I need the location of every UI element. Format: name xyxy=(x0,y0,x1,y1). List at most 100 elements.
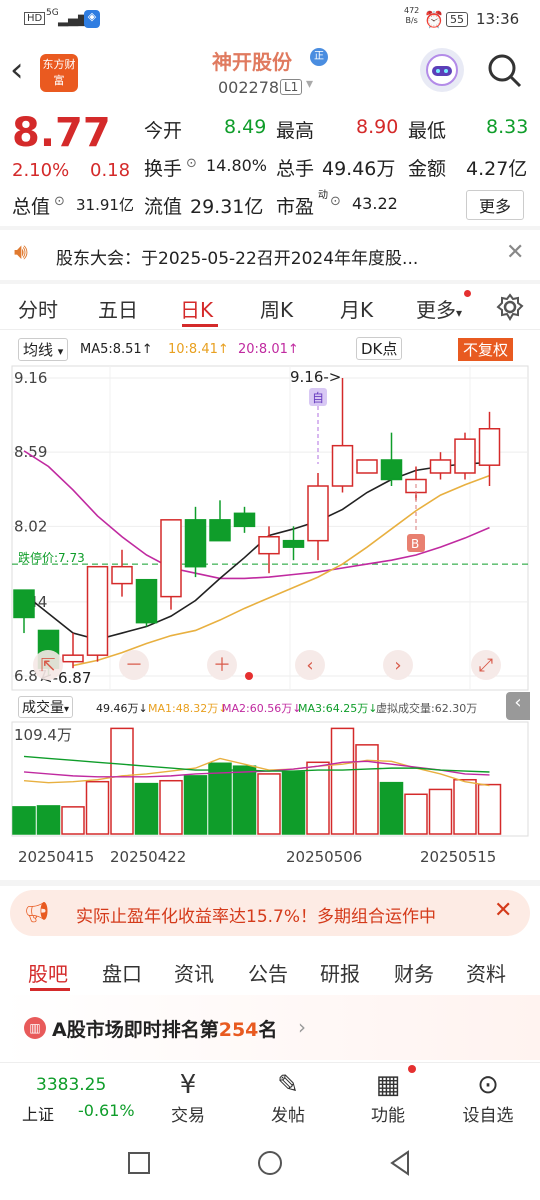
notice-bar[interactable]: 🔊︎ 股东大会：于2025-05-22召开2024年年度股... ✕ xyxy=(0,230,540,280)
app-shield-icon: ◈ xyxy=(84,10,100,28)
y-tick-label: 8.02 xyxy=(14,517,47,535)
volume-bar xyxy=(12,806,36,835)
volume-bar xyxy=(232,765,257,835)
network-label: 5G xyxy=(46,8,59,18)
add-watchlist-button[interactable]: ⊙ 设自选 xyxy=(448,1069,528,1126)
button-glyph: ⇱ xyxy=(40,655,55,676)
tab-guba[interactable]: 股吧 xyxy=(28,958,68,987)
vma2-label: MA2:60.56万↓ xyxy=(222,702,302,715)
ma5-label: MA5:8.51↑ xyxy=(80,342,153,357)
button-glyph: ‹ xyxy=(306,655,313,676)
candle-body xyxy=(380,459,403,481)
info-icon[interactable]: ⊙ xyxy=(330,194,341,209)
candle-body xyxy=(160,519,182,598)
volume-chart[interactable]: 109.4万 20250415 20250422 20250506 20250515 xyxy=(0,720,540,880)
candle-body xyxy=(13,589,35,619)
candle-body xyxy=(86,565,109,656)
tab-daily-k[interactable]: 日K xyxy=(180,294,213,323)
speaker-icon: 🔊︎ xyxy=(14,240,28,265)
home-icon[interactable] xyxy=(258,1151,282,1175)
volume-bar xyxy=(330,727,355,835)
fullscreen-icon[interactable]: ⤢ xyxy=(471,650,501,680)
red-dot xyxy=(408,1065,416,1073)
function-button[interactable]: ▦ 功能 xyxy=(348,1069,428,1126)
megaphone-icon: 📢︎ xyxy=(24,900,50,924)
close-icon[interactable]: ✕ xyxy=(506,240,524,265)
tab-announcements[interactable]: 公告 xyxy=(248,958,288,987)
more-button[interactable]: 更多 xyxy=(466,190,525,220)
caret-down-icon: ▾ xyxy=(456,306,463,320)
volume-value: 49.46万 xyxy=(322,158,396,180)
robot-assistant-icon[interactable] xyxy=(420,48,464,92)
candle-body xyxy=(478,428,501,466)
adjust-button[interactable]: 不复权 xyxy=(458,338,514,361)
tab-5day[interactable]: 五日 xyxy=(98,294,138,323)
turnover-label: 换手 xyxy=(144,158,183,180)
candle-body xyxy=(356,459,378,474)
candle-body xyxy=(454,438,476,474)
last-price: 8.77 xyxy=(12,110,111,156)
candle-body xyxy=(307,485,329,542)
tab-news[interactable]: 资讯 xyxy=(174,958,214,987)
promo-banner[interactable]: 📢︎ 实际止盈年化收益率达15.7%！多期组合运作中 ✕ xyxy=(10,890,530,936)
tab-more[interactable]: 更多▾ xyxy=(416,294,462,323)
mktcap-label: 总值 xyxy=(12,196,51,218)
tab-finance[interactable]: 财务 xyxy=(394,958,434,987)
pe-sup: 动 xyxy=(318,190,328,201)
ma-select[interactable]: 均线 ▾ xyxy=(18,338,69,361)
tab-intraday[interactable]: 分时 xyxy=(18,294,58,323)
candle xyxy=(160,519,182,610)
expand-left-icon[interactable]: ⇱ xyxy=(33,650,63,680)
system-nav-bar xyxy=(0,1130,540,1200)
chevron-left-icon[interactable]: ‹ xyxy=(10,50,24,90)
app-logo[interactable]: 东方财富 xyxy=(40,54,78,92)
post-button[interactable]: ✎ 发帖 xyxy=(248,1069,328,1126)
volume-bar xyxy=(306,761,330,835)
candle-body xyxy=(258,536,280,555)
candle-body xyxy=(282,539,305,548)
info-icon[interactable]: ⊙ xyxy=(186,156,197,171)
settings-icon[interactable] xyxy=(496,293,524,321)
candle xyxy=(454,432,476,480)
index-widget[interactable]: 3383.25 上证 -0.61% xyxy=(0,1063,150,1131)
volume-label: 总手 xyxy=(276,158,315,180)
close-icon[interactable]: ✕ xyxy=(494,898,512,923)
zoom-out-icon[interactable]: － xyxy=(119,650,149,680)
volume-bar xyxy=(355,744,379,835)
tab-weekly-k[interactable]: 周K xyxy=(260,294,293,323)
search-icon[interactable] xyxy=(486,52,524,90)
tab-research[interactable]: 研报 xyxy=(320,958,360,987)
pan-left-icon[interactable]: ‹ xyxy=(295,650,325,680)
open-label: 今开 xyxy=(144,120,183,142)
pan-right-icon[interactable]: › xyxy=(383,650,413,680)
hd-badge: HD xyxy=(24,12,46,25)
candle xyxy=(86,565,109,662)
x-tick-label: 20250506 xyxy=(286,848,362,866)
candle-body xyxy=(209,519,231,542)
tab-profile[interactable]: 资料 xyxy=(466,958,506,987)
battery-icon: 55 xyxy=(446,12,468,27)
indicator-select[interactable]: 成交量▾ xyxy=(18,696,74,718)
caret-down-icon[interactable]: ▾ xyxy=(306,76,313,92)
candlestick-chart[interactable]: 9.168.598.027.446.87跌停价:7.73 9.16-><-6.8… xyxy=(0,364,540,694)
volume-bar xyxy=(85,780,110,835)
back-icon[interactable] xyxy=(388,1150,412,1176)
zoom-in-icon[interactable]: ＋ xyxy=(207,650,237,680)
amount-label: 金额 xyxy=(408,158,447,180)
x-tick-label: 20250422 xyxy=(110,848,186,866)
level-badge[interactable]: L1 xyxy=(280,79,303,95)
active-tab-indicator xyxy=(182,324,218,327)
vma3-label: MA3:64.25万↓ xyxy=(298,702,378,715)
trade-button[interactable]: ¥ 交易 xyxy=(148,1069,228,1126)
collapse-icon[interactable]: ‹ xyxy=(506,692,530,720)
volume-bar xyxy=(257,773,281,835)
market-rank-row[interactable]: ▥ A股市场即时排名第254名 › xyxy=(0,995,540,1060)
volume-bar xyxy=(183,775,208,835)
index-value: 3383.25 xyxy=(36,1075,107,1095)
tab-panel[interactable]: 盘口 xyxy=(102,958,142,987)
candle xyxy=(135,578,158,627)
info-icon[interactable]: ⊙ xyxy=(54,194,65,209)
recents-icon[interactable] xyxy=(128,1152,150,1174)
tab-monthly-k[interactable]: 月K xyxy=(340,294,373,323)
dk-point-button[interactable]: DK点 xyxy=(356,337,403,360)
